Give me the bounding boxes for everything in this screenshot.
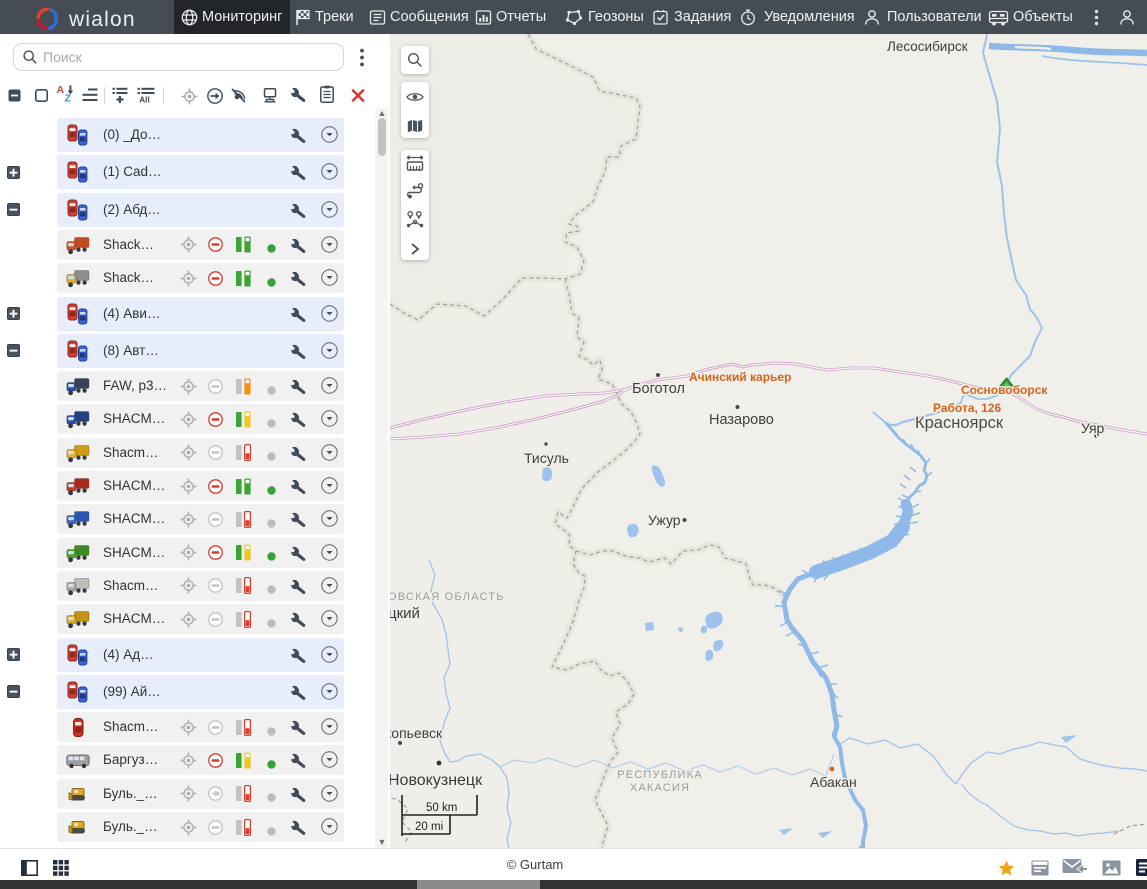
svg-text:А: А	[57, 84, 65, 96]
svg-text:Красноярск: Красноярск	[915, 414, 1004, 432]
svg-text:20 mi: 20 mi	[415, 821, 443, 833]
svg-text:wialon: wialon	[68, 8, 136, 31]
svg-text:Ачинский карьер: Ачинский карьер	[689, 370, 791, 384]
svg-text:All: All	[139, 95, 150, 104]
svg-text:копьевск: копьевск	[390, 725, 443, 741]
svg-text:ХАКАСИЯ: ХАКАСИЯ	[630, 782, 690, 794]
svg-text:Лесосибирск: Лесосибирск	[887, 39, 968, 54]
svg-text:ОВСКАЯ ОБЛАСТЬ: ОВСКАЯ ОБЛАСТЬ	[390, 591, 505, 603]
svg-text:РЕСПУБЛИКА: РЕСПУБЛИКА	[617, 769, 703, 781]
svg-text:Работа, 126: Работа, 126	[933, 401, 1002, 415]
svg-text:Тисуль: Тисуль	[524, 450, 569, 466]
svg-text:Новокузнецк: Новокузнецк	[390, 772, 483, 789]
svg-text:Ужур: Ужур	[648, 512, 681, 528]
svg-text:Боготол: Боготол	[632, 381, 685, 397]
svg-text:Назарово: Назарово	[709, 412, 774, 428]
svg-text:50 km: 50 km	[426, 802, 457, 814]
svg-text:Сосновоборск: Сосновоборск	[961, 383, 1048, 397]
svg-text:цкий: цкий	[390, 605, 420, 622]
svg-text:Уяр: Уяр	[1081, 420, 1105, 436]
svg-text:Абакан: Абакан	[810, 774, 857, 790]
